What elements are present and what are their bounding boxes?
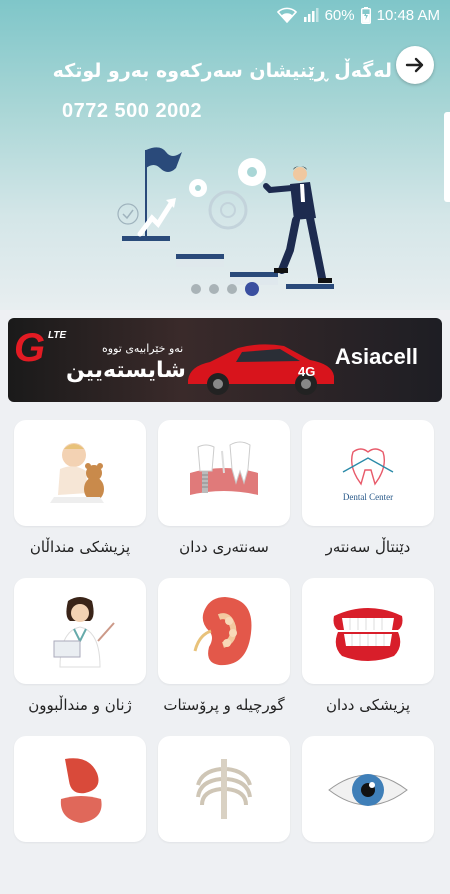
category-card[interactable] <box>158 578 290 684</box>
banner-tagline: نەو خێرابیەی تووە <box>102 342 184 355</box>
wifi-icon <box>276 7 297 23</box>
hero-slider[interactable]: لەگەڵ ڕێنیشان سەرکەوە بەرو لوتکە 0772 50… <box>0 0 450 310</box>
category-orthopedics[interactable] <box>152 736 296 894</box>
category-card[interactable] <box>302 736 434 842</box>
side-drawer-handle[interactable] <box>444 112 450 202</box>
category-dentistry[interactable]: پزیشکی ددان <box>296 578 440 736</box>
hero-title: لەگەڵ ڕێنیشان سەرکەوە بەرو لوتکە <box>52 60 392 82</box>
category-grid: پزیشکی منداڵان سەنتەری ددان Dental Cente… <box>8 420 442 894</box>
battery-icon <box>360 6 371 24</box>
category-card[interactable] <box>158 736 290 842</box>
category-dental-center[interactable]: سەنتەری ددان <box>152 420 296 578</box>
category-gynecology[interactable]: ژنان و منداڵبوون <box>8 578 152 736</box>
signal-icon <box>303 8 319 22</box>
slide-dot[interactable] <box>209 284 219 294</box>
category-card[interactable] <box>14 578 146 684</box>
status-bar: 60% 10:48 AM <box>0 0 450 30</box>
svg-text:Dental Center: Dental Center <box>343 492 393 502</box>
category-pediatrics[interactable]: پزیشکی منداڵان <box>8 420 152 578</box>
category-label: پزیشکی منداڵان <box>29 538 131 556</box>
dental-center-logo: Dental Center <box>342 448 394 502</box>
slide-dot[interactable] <box>227 284 237 294</box>
category-ophthalmology[interactable] <box>296 736 440 894</box>
slide-dot[interactable] <box>191 284 201 294</box>
category-label: سەنتەری ددان <box>179 538 269 556</box>
asiacell-logo: Asiacell <box>334 344 418 369</box>
category-label: گورچیلە و پرۆستات <box>163 696 285 714</box>
stomach-icon <box>60 758 102 823</box>
eye-icon <box>328 774 408 806</box>
ad-banner[interactable]: G LTE نەو خێرابیەی تووە شایستەیین 4G Asia… <box>8 318 442 402</box>
slide-dot-active[interactable] <box>245 282 259 296</box>
clock: 10:48 AM <box>376 6 440 24</box>
next-arrow-button[interactable] <box>396 46 434 84</box>
category-label: ژنان و منداڵبوون <box>28 696 132 714</box>
banner-headline: شایستەیین <box>66 358 186 383</box>
teeth-icon <box>333 608 403 661</box>
battery-percent: 60% <box>324 6 355 24</box>
hero-phone[interactable]: 0772 500 2002 <box>62 100 202 123</box>
kidney-icon <box>193 597 252 666</box>
baby-teddy-icon <box>50 443 104 503</box>
car-number: 4G <box>298 364 315 379</box>
car-image: 4G <box>188 344 334 395</box>
ribcage-icon <box>196 759 252 819</box>
category-card[interactable]: Dental Center <box>302 420 434 526</box>
category-dental-center-brand[interactable]: Dental Center دێنتاڵ سەنتەر <box>296 420 440 578</box>
category-card[interactable] <box>14 420 146 526</box>
female-doctor-icon <box>53 597 115 668</box>
category-card[interactable] <box>158 420 290 526</box>
category-card[interactable] <box>14 736 146 842</box>
arrow-right-icon <box>405 57 424 73</box>
growth-illustration <box>117 147 334 289</box>
category-label: پزیشکی ددان <box>325 696 411 714</box>
dental-implant-icon <box>190 441 258 495</box>
category-card[interactable] <box>302 578 434 684</box>
category-kidney-prostate[interactable]: گورچیلە و پرۆستات <box>152 578 296 736</box>
category-gastro[interactable] <box>8 736 152 894</box>
category-label: دێنتاڵ سەنتەر <box>325 538 411 556</box>
slider-indicator <box>0 282 450 296</box>
4g-logo: G LTE <box>14 326 67 370</box>
